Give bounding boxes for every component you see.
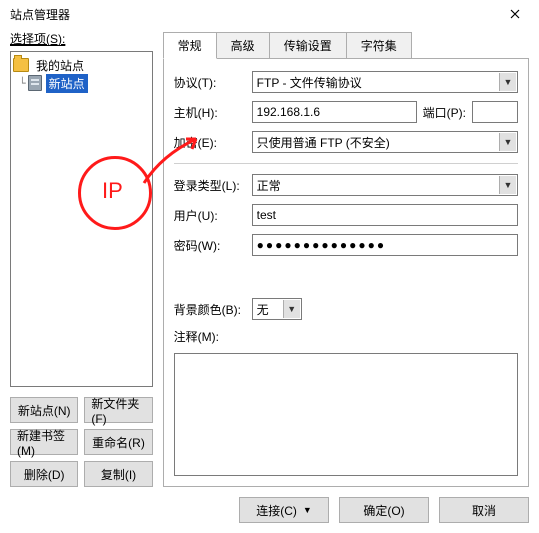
site-manager-window: 站点管理器 选择项(S): 我的站点 └ 新站点 新站点(N <box>0 0 539 533</box>
connect-button[interactable]: 连接(C)▼ <box>239 497 329 523</box>
host-input[interactable] <box>252 101 417 123</box>
tree-root[interactable]: 我的站点 <box>13 56 150 74</box>
password-label: 密码(W): <box>174 237 246 254</box>
chevron-down-icon: ▼ <box>283 300 300 318</box>
divider <box>174 163 518 164</box>
tree-connector-icon: └ <box>19 77 26 90</box>
tab-page-general: 协议(T): FTP - 文件传输协议 ▼ 主机(H): 端口(P): 加密(E… <box>163 58 529 487</box>
chevron-down-icon: ▼ <box>303 505 312 515</box>
tree-root-label: 我的站点 <box>33 56 87 75</box>
new-folder-button[interactable]: 新文件夹(F) <box>84 397 152 423</box>
host-label: 主机(H): <box>174 104 246 121</box>
bgcolor-label: 背景颜色(B): <box>174 301 246 318</box>
comment-label: 注释(M): <box>174 328 518 345</box>
new-bookmark-button[interactable]: 新建书签(M) <box>10 429 78 455</box>
right-pane: 常规 高级 传输设置 字符集 协议(T): FTP - 文件传输协议 ▼ 主机(… <box>163 28 529 487</box>
logon-label: 登录类型(L): <box>174 177 246 194</box>
tab-transfer[interactable]: 传输设置 <box>269 32 347 58</box>
new-site-button[interactable]: 新站点(N) <box>10 397 78 423</box>
tree-site[interactable]: └ 新站点 <box>13 74 150 92</box>
window-title: 站点管理器 <box>10 6 495 23</box>
port-label: 端口(P): <box>423 104 466 121</box>
cancel-button[interactable]: 取消 <box>439 497 529 523</box>
left-pane: 选择项(S): 我的站点 └ 新站点 新站点(N) 新文件夹(F) 新建书签(M… <box>10 28 153 487</box>
close-button[interactable] <box>495 2 535 26</box>
titlebar: 站点管理器 <box>0 0 539 28</box>
comment-textarea[interactable] <box>174 353 518 476</box>
tabs: 常规 高级 传输设置 字符集 <box>163 34 529 58</box>
password-input[interactable] <box>252 234 518 256</box>
row-password: 密码(W): <box>174 234 518 256</box>
encryption-label: 加密(E): <box>174 134 246 151</box>
rename-button[interactable]: 重命名(R) <box>84 429 152 455</box>
user-input[interactable] <box>252 204 518 226</box>
ok-button[interactable]: 确定(O) <box>339 497 429 523</box>
row-host: 主机(H): 端口(P): <box>174 101 518 123</box>
tab-advanced[interactable]: 高级 <box>216 32 270 58</box>
copy-button[interactable]: 复制(I) <box>84 461 152 487</box>
tab-general[interactable]: 常规 <box>163 32 217 59</box>
logon-select[interactable]: 正常 ▼ <box>252 174 518 196</box>
row-encryption: 加密(E): 只使用普通 FTP (不安全) ▼ <box>174 131 518 153</box>
tree-site-label: 新站点 <box>46 74 88 93</box>
protocol-select[interactable]: FTP - 文件传输协议 ▼ <box>252 71 518 93</box>
port-input[interactable] <box>472 101 518 123</box>
encryption-select[interactable]: 只使用普通 FTP (不安全) ▼ <box>252 131 518 153</box>
user-label: 用户(U): <box>174 207 246 224</box>
select-entry-label: 选择项(S): <box>10 28 153 51</box>
site-tree[interactable]: 我的站点 └ 新站点 <box>10 51 153 387</box>
server-icon <box>28 75 42 91</box>
chevron-down-icon: ▼ <box>499 133 516 151</box>
row-protocol: 协议(T): FTP - 文件传输协议 ▼ <box>174 71 518 93</box>
protocol-label: 协议(T): <box>174 74 246 91</box>
folder-icon <box>13 58 29 72</box>
left-buttons: 新站点(N) 新文件夹(F) 新建书签(M) 重命名(R) 删除(D) 复制(I… <box>10 397 153 487</box>
row-bgcolor: 背景颜色(B): 无 ▼ <box>174 298 518 320</box>
chevron-down-icon: ▼ <box>499 73 516 91</box>
close-icon <box>510 9 520 19</box>
footer: 连接(C)▼ 确定(O) 取消 <box>0 487 539 533</box>
delete-button[interactable]: 删除(D) <box>10 461 78 487</box>
tab-charset[interactable]: 字符集 <box>346 32 412 58</box>
row-logon: 登录类型(L): 正常 ▼ <box>174 174 518 196</box>
row-user: 用户(U): <box>174 204 518 226</box>
bgcolor-select[interactable]: 无 ▼ <box>252 298 302 320</box>
chevron-down-icon: ▼ <box>499 176 516 194</box>
